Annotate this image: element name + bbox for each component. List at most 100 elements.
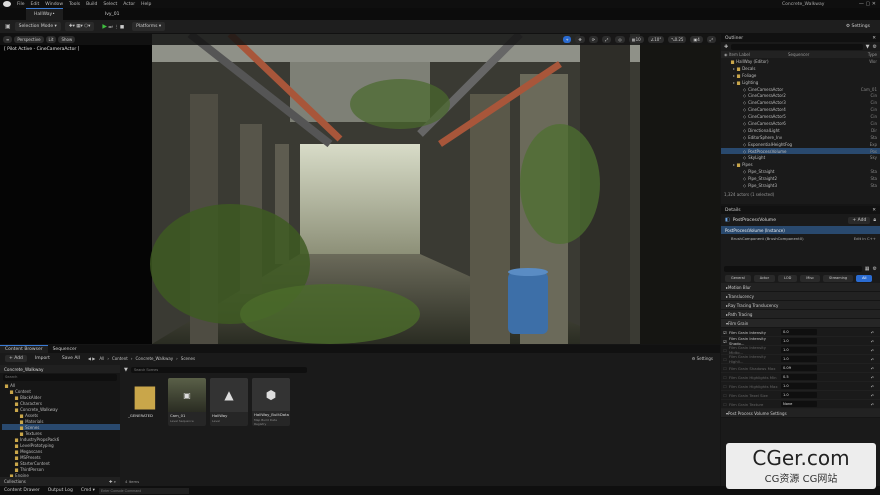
import-button[interactable]: Import bbox=[31, 355, 54, 362]
tree-search-input[interactable]: Search bbox=[3, 374, 117, 381]
show-button[interactable]: Show bbox=[58, 36, 76, 43]
reset-arrow-icon[interactable]: ↶ bbox=[871, 348, 874, 353]
outliner-search-input[interactable] bbox=[731, 43, 863, 50]
details-category[interactable]: ▸ Motion Blur bbox=[721, 283, 880, 292]
override-checkbox[interactable]: ☐ bbox=[721, 375, 729, 380]
settings-icon[interactable]: ⚙ bbox=[873, 44, 877, 50]
grid-view-icon[interactable]: ▦ bbox=[865, 266, 870, 272]
outliner-row[interactable]: ◇ Pipe_Straight Sta bbox=[721, 168, 880, 175]
tree-root[interactable]: Concrete_Walkway bbox=[0, 365, 120, 373]
filter-tab-streaming[interactable]: Streaming bbox=[823, 274, 854, 282]
asset-tile[interactable]: ▲ HallWay Level bbox=[210, 378, 248, 426]
type-column[interactable]: Type bbox=[868, 52, 877, 57]
filter-tab-general[interactable]: General bbox=[725, 274, 751, 282]
details-category[interactable]: ▸ Ray Tracing Translucency bbox=[721, 301, 880, 310]
outliner-row[interactable]: ▸ ▆ Pipes bbox=[721, 161, 880, 168]
add-button[interactable]: + Add bbox=[5, 355, 27, 362]
reset-arrow-icon[interactable]: ↶ bbox=[871, 402, 874, 407]
outliner-row[interactable]: ▸ ▆ Lighting bbox=[721, 79, 880, 86]
outliner-row[interactable]: ◇ ExponentialHeightFog Exp bbox=[721, 141, 880, 148]
save-all-button[interactable]: Save All bbox=[58, 355, 84, 362]
details-search-input[interactable] bbox=[724, 265, 862, 272]
tab-content-browser[interactable]: Content Browser bbox=[0, 345, 48, 353]
maximize-viewport-icon[interactable]: ⤢ bbox=[706, 36, 716, 43]
details-category[interactable]: ▸ Translucency bbox=[721, 292, 880, 301]
override-checkbox[interactable]: ☐ bbox=[721, 357, 729, 362]
menu-tools[interactable]: Tools bbox=[69, 2, 80, 7]
details-component-row[interactable]: BrushComponent (BrushComponent0) Edit in… bbox=[721, 234, 880, 242]
outliner-row[interactable]: ▸ ▆ Decals bbox=[721, 65, 880, 72]
tab-hallway[interactable]: HallWay• bbox=[26, 8, 63, 20]
asset-tile[interactable]: ▣ Cam_01 Level Sequence bbox=[168, 378, 206, 426]
filter-tab-lod[interactable]: LOD bbox=[778, 274, 798, 282]
override-checkbox[interactable]: ☑ bbox=[721, 339, 729, 344]
settings-button[interactable]: ⚙ Settings bbox=[842, 22, 874, 31]
outliner-row[interactable]: ◇ CineCameraActor Cam_01 bbox=[721, 86, 880, 93]
tab-sequencer[interactable]: Sequencer bbox=[48, 345, 82, 353]
outliner-row[interactable]: ◇ SkyLight Sky bbox=[721, 154, 880, 161]
filter-tab-actor[interactable]: Actor bbox=[753, 274, 776, 282]
content-drawer-button[interactable]: Content Drawer bbox=[0, 486, 44, 495]
visibility-icon[interactable]: ▸ bbox=[721, 162, 735, 167]
menu-select[interactable]: Select bbox=[103, 2, 117, 7]
breadcrumb-item[interactable]: Content bbox=[112, 356, 128, 361]
level-viewport[interactable]: ≡ Perspective Lit Show ⌖ ✥ ⟳ ⤢ ◎ ▦ 10 ∠ … bbox=[0, 34, 720, 344]
world-space-icon[interactable]: ◎ bbox=[615, 36, 625, 43]
unreal-logo-icon[interactable] bbox=[3, 1, 11, 7]
play-button[interactable]: ▶ ⏭ ⋮ ■ bbox=[98, 22, 128, 31]
reset-arrow-icon[interactable]: ↶ bbox=[871, 357, 874, 362]
outliner-row[interactable]: ◇ Pipe_Straight2 Sta bbox=[721, 175, 880, 182]
outliner-row[interactable]: ◇ CineCameraActor4 Cin bbox=[721, 106, 880, 113]
filter-tab-misc[interactable]: Misc bbox=[800, 274, 821, 282]
settings-icon[interactable]: ⚙ bbox=[873, 266, 877, 272]
rotate-tool-icon[interactable]: ⟳ bbox=[588, 36, 599, 43]
outliner-row[interactable]: ◇ Pipe_Straight3 Sta bbox=[721, 182, 880, 189]
breadcrumb-item[interactable]: All bbox=[99, 356, 104, 361]
outliner-row[interactable]: ◇ CineCameraActor2 Cin bbox=[721, 92, 880, 99]
platforms-button[interactable]: Platforms ▾ bbox=[132, 22, 166, 31]
property-value-field[interactable]: 1.0 bbox=[781, 347, 817, 353]
breadcrumb-item[interactable]: Concrete_Walkway bbox=[135, 356, 173, 361]
override-checkbox[interactable]: ☐ bbox=[721, 402, 729, 407]
menu-edit[interactable]: Edit bbox=[31, 2, 40, 7]
reset-arrow-icon[interactable]: ↶ bbox=[871, 330, 874, 335]
reset-arrow-icon[interactable]: ↶ bbox=[871, 384, 874, 389]
reset-arrow-icon[interactable]: ↶ bbox=[871, 339, 874, 344]
tab-ivy[interactable]: Ivy_01 bbox=[97, 8, 128, 20]
film-grain-category[interactable]: ▾ Film Grain bbox=[721, 319, 880, 328]
outliner-row[interactable]: ▸ ▆ Foliage bbox=[721, 72, 880, 79]
add-actor-icon[interactable]: ✚ bbox=[724, 44, 728, 50]
asset-search-input[interactable] bbox=[130, 366, 307, 373]
scale-tool-icon[interactable]: ⤢ bbox=[602, 36, 612, 43]
cmd-dropdown[interactable]: Cmd ▾ bbox=[77, 486, 99, 495]
property-value-field[interactable]: 1.0 bbox=[781, 392, 817, 398]
override-checkbox[interactable]: ☐ bbox=[721, 393, 729, 398]
outliner-row[interactable]: ◇ CineCameraActor6 Cin bbox=[721, 120, 880, 127]
property-value-field[interactable]: 1.0 bbox=[781, 338, 817, 344]
viewport-menu-button[interactable]: ≡ bbox=[3, 36, 13, 43]
nav-arrows[interactable]: ◀ ▶ bbox=[88, 356, 95, 361]
perspective-button[interactable]: Perspective bbox=[14, 36, 44, 43]
actor-name[interactable]: PostProcessVolume bbox=[733, 218, 776, 223]
item-label-column[interactable]: Item Label bbox=[729, 52, 750, 57]
close-icon[interactable]: ✕ bbox=[872, 208, 876, 213]
details-instance-row[interactable]: PostProcessVolume (Instance) bbox=[721, 226, 880, 234]
pp-volume-settings-category[interactable]: ▾ Post Process Volume Settings bbox=[721, 409, 880, 418]
output-log-button[interactable]: Output Log bbox=[44, 486, 77, 495]
outliner-row[interactable]: ▆ HallWay (Editor) Wor bbox=[721, 58, 880, 65]
override-checkbox[interactable]: ☐ bbox=[721, 384, 729, 389]
outliner-row[interactable]: ◇ DirectionalLight Dir bbox=[721, 127, 880, 134]
add-component-button[interactable]: + Add bbox=[848, 216, 871, 224]
edit-in-cpp-link[interactable]: Edit in C++ bbox=[854, 236, 876, 241]
add-collection-icon[interactable]: ✚ ⌕ bbox=[109, 479, 116, 484]
menu-help[interactable]: Help bbox=[141, 2, 151, 7]
rotation-snap-button[interactable]: ∠ 10° bbox=[647, 36, 665, 43]
menu-file[interactable]: File bbox=[17, 2, 25, 7]
visibility-icon[interactable]: ▸ bbox=[721, 80, 735, 85]
reset-arrow-icon[interactable]: ↶ bbox=[871, 393, 874, 398]
outliner-row[interactable]: ◇ CineCameraActor3 Cin bbox=[721, 99, 880, 106]
save-icon[interactable]: ▣ bbox=[5, 23, 11, 30]
asset-tile[interactable]: ⬢ HallWay_BuiltData Map Build Data Registr… bbox=[252, 378, 290, 426]
property-value-field[interactable]: 1.0 bbox=[781, 383, 817, 389]
console-command-input[interactable] bbox=[98, 487, 189, 494]
